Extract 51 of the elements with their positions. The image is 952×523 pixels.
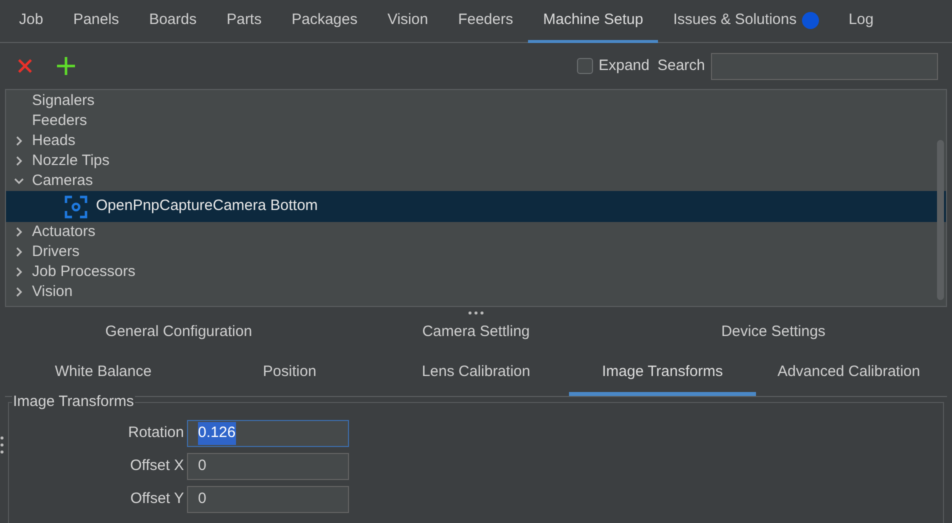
tree-item[interactable]: Drivers — [6, 242, 946, 262]
tab[interactable]: Issues & Solutions — [658, 0, 834, 43]
field-label: Offset X — [129, 456, 184, 476]
expand-checkbox[interactable]: Expand — [576, 54, 650, 78]
add-icon[interactable] — [56, 56, 76, 76]
tab[interactable]: Feeders — [443, 0, 528, 43]
chevron-right-icon[interactable] — [14, 287, 24, 297]
tab[interactable]: Log — [834, 0, 889, 43]
tab[interactable]: Job — [4, 0, 58, 43]
input-field[interactable]: 0 — [187, 486, 349, 513]
field-label: Offset Y — [129, 489, 184, 510]
tab[interactable]: Position — [196, 353, 383, 396]
search-label: Search — [657, 56, 705, 76]
tab[interactable]: Camera Settling — [327, 319, 625, 349]
chevron-right-icon[interactable] — [14, 156, 24, 166]
tab[interactable]: Device Settings — [624, 319, 922, 349]
drag-handle-icon[interactable] — [0, 435, 4, 455]
tree-item[interactable]: Actuators — [6, 222, 946, 242]
tab[interactable]: General Configuration — [30, 319, 328, 349]
tree-item[interactable]: Signalers — [6, 91, 946, 111]
input-field[interactable]: 0.126 — [187, 420, 349, 447]
chevron-right-icon[interactable] — [14, 136, 24, 146]
chevron-right-icon[interactable] — [14, 267, 24, 277]
scrollbar[interactable] — [937, 140, 944, 300]
search-field[interactable] — [711, 52, 938, 80]
chevron-right-icon[interactable] — [14, 227, 24, 237]
splitter-handle-icon[interactable] — [467, 311, 485, 315]
camera-icon — [64, 194, 88, 218]
chevron-down-icon[interactable] — [14, 176, 24, 186]
tree-item[interactable]: Feeders — [6, 111, 946, 131]
input-field[interactable]: 0 — [187, 453, 349, 480]
tab[interactable]: Machine Setup — [528, 0, 658, 43]
tree-item[interactable]: Nozzle Tips — [6, 151, 946, 171]
delete-icon[interactable] — [16, 57, 34, 75]
tab[interactable]: Parts — [212, 0, 277, 43]
group-title: Image Transforms — [12, 393, 135, 411]
chevron-right-icon[interactable] — [14, 247, 24, 257]
tab[interactable]: Vision — [372, 0, 444, 43]
tab[interactable]: Lens Calibration — [382, 353, 570, 396]
tree-item[interactable]: Heads — [6, 131, 946, 151]
tab[interactable]: Panels — [58, 0, 134, 43]
tab[interactable]: Packages — [276, 0, 372, 43]
tree-item[interactable]: Job Processors — [6, 262, 946, 282]
tab[interactable]: Boards — [134, 0, 212, 43]
tab[interactable]: Image Transforms — [569, 353, 756, 396]
tree-item[interactable]: Vision — [6, 282, 946, 302]
field-label: Rotation — [127, 423, 184, 444]
tab[interactable]: Advanced Calibration — [756, 353, 942, 396]
tab[interactable]: White Balance — [10, 353, 196, 396]
tree-item[interactable]: Cameras — [6, 171, 946, 191]
tree-item[interactable]: OpenPnpCaptureCamera Bottom — [6, 191, 946, 222]
